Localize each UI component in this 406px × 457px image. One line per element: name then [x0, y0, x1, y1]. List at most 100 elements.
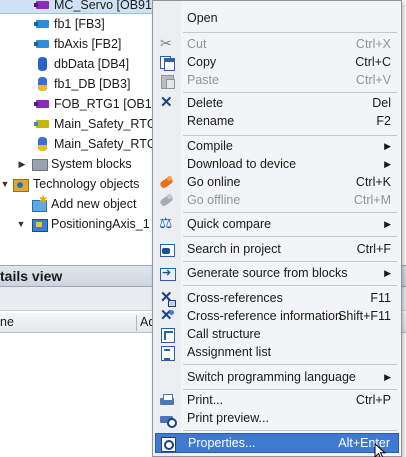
- generate-source-icon: [159, 264, 176, 283]
- menu-item-label: Call structure: [187, 327, 261, 341]
- technology-objects-icon: [12, 177, 29, 192]
- mouse-pointer-icon: [374, 443, 387, 457]
- tree-item-fob-rtg1[interactable]: FOB_RTG1 [OB123]: [0, 94, 169, 114]
- tree-item-label: dbData [DB4]: [54, 57, 130, 71]
- menu-separator: [183, 285, 397, 286]
- go-online-icon: [159, 175, 175, 190]
- menu-item-label: Go online: [187, 175, 241, 189]
- menu-item-generate-source[interactable]: Generate source from blocks ▶: [155, 264, 399, 283]
- db-block-icon: [34, 57, 50, 71]
- menu-item-label: Go offline: [187, 193, 241, 207]
- menu-item-shortcut: Ctrl+P: [355, 393, 391, 407]
- tree-item-add-new-object[interactable]: Add new object: [0, 191, 152, 214]
- tree-item-technology-objects[interactable]: ▼ Technology objects: [0, 174, 152, 194]
- menu-item-paste[interactable]: Paste Ctrl+V: [155, 71, 399, 90]
- tree-item-dbdata[interactable]: dbData [DB4]: [0, 54, 152, 74]
- menu-item-label: Cut: [187, 37, 207, 51]
- copy-icon: [159, 55, 175, 71]
- add-new-object-icon: [31, 191, 47, 212]
- menu-item-label: Generate source from blocks: [187, 266, 348, 280]
- menu-separator: [183, 212, 397, 213]
- tree-item-fbaxis[interactable]: fbAxis [FB2]: [0, 34, 152, 54]
- menu-item-print-preview[interactable]: Print preview...: [155, 409, 399, 428]
- menu-item-download-to-device[interactable]: Download to device ▶: [155, 155, 399, 174]
- menu-item-search-in-project[interactable]: Search in project Ctrl+F: [155, 240, 399, 259]
- print-icon: [159, 393, 175, 408]
- fb-block-icon: [34, 17, 50, 31]
- menu-item-label: Compile: [187, 139, 233, 153]
- search-in-project-icon: [159, 242, 175, 257]
- column-divider[interactable]: [136, 315, 137, 331]
- cross-references-icon: [159, 288, 176, 307]
- tree-item-fb1[interactable]: fb1 [FB3]: [0, 14, 152, 34]
- menu-separator: [183, 364, 397, 365]
- go-offline-icon: [159, 193, 175, 208]
- expand-arrow-icon[interactable]: ▶: [17, 154, 27, 174]
- menu-item-rename[interactable]: Rename F2: [155, 112, 399, 131]
- menu-item-cross-reference-information[interactable]: Cross-reference information Shift+F11: [155, 306, 399, 326]
- tree-item-fb1-db[interactable]: fb1_DB [DB3]: [0, 74, 152, 94]
- menu-separator: [183, 430, 397, 431]
- menu-item-label: Print...: [187, 393, 224, 407]
- menu-item-shortcut: Shift+F11: [338, 309, 391, 323]
- menu-item-quick-compare[interactable]: Quick compare ▶: [155, 214, 399, 234]
- positioning-axis-icon: [31, 217, 48, 232]
- menu-item-shortcut: Ctrl+K: [355, 175, 391, 189]
- tree-item-label: PositioningAxis_1 [D: [51, 217, 166, 231]
- menu-item-shortcut: Ctrl+M: [353, 193, 391, 207]
- menu-item-shortcut: Ctrl+C: [355, 55, 391, 69]
- submenu-arrow-icon: ▶: [384, 141, 391, 151]
- collapse-arrow-icon[interactable]: ▼: [0, 174, 10, 194]
- menu-item-cut[interactable]: Cut Ctrl+X: [155, 34, 399, 54]
- menu-separator: [183, 92, 397, 93]
- paste-icon: [159, 73, 175, 89]
- tree-item-main-safety-rtg1[interactable]: Main_Safety_RTG1 [F: [0, 114, 178, 134]
- column-header-name[interactable]: ne: [0, 313, 14, 332]
- menu-item-print[interactable]: Print... Ctrl+P: [155, 391, 399, 410]
- menu-item-delete[interactable]: Delete Del: [155, 93, 399, 113]
- menu-item-label: Properties...: [188, 436, 256, 450]
- menu-item-go-online[interactable]: Go online Ctrl+K: [155, 173, 399, 192]
- ob-block-icon: [34, 0, 50, 12]
- tree-item-main-safety-rtg1-db[interactable]: Main_Safety_RTG1_D: [0, 134, 180, 154]
- menu-item-compile[interactable]: Compile ▶: [155, 137, 399, 156]
- submenu-arrow-icon: ▶: [384, 219, 391, 229]
- menu-separator: [183, 135, 397, 136]
- menu-item-label: Copy: [187, 55, 217, 69]
- ob-block-icon: [34, 97, 50, 111]
- safety-db-icon: [34, 137, 50, 151]
- menu-item-label: Switch programming language: [187, 370, 356, 384]
- tree-item-label: MC_Servo [OB91]: [54, 0, 156, 12]
- submenu-arrow-icon: ▶: [384, 159, 391, 169]
- menu-item-assignment-list[interactable]: Assignment list: [155, 343, 399, 362]
- tree-item-positioning-axis[interactable]: ▼ PositioningAxis_1 [D: [0, 214, 166, 234]
- tree-item-label: fb1 [FB3]: [54, 17, 105, 31]
- menu-item-copy[interactable]: Copy Ctrl+C: [155, 53, 399, 72]
- cross-reference-info-icon: [159, 306, 175, 325]
- tree-item-label: fb1_DB [DB3]: [54, 77, 131, 91]
- menu-item-shortcut: Del: [372, 96, 391, 110]
- delete-icon: [159, 93, 175, 112]
- tree-item-label: fbAxis [FB2]: [54, 37, 122, 51]
- properties-icon: [160, 436, 176, 452]
- menu-item-switch-programming-language[interactable]: Switch programming language ▶: [155, 368, 399, 387]
- menu-item-label: Print preview...: [187, 411, 269, 425]
- context-menu: Open Cut Ctrl+X Copy Ctrl+C Paste Ctrl+V…: [152, 0, 402, 457]
- collapse-arrow-icon[interactable]: ▼: [16, 214, 26, 234]
- tree-item-label: Technology objects: [33, 177, 140, 191]
- tree-item-label: System blocks: [51, 157, 132, 171]
- submenu-arrow-icon: ▶: [384, 268, 391, 278]
- menu-item-label: Search in project: [187, 242, 281, 256]
- menu-separator: [183, 261, 397, 262]
- menu-item-shortcut: F11: [370, 291, 391, 305]
- menu-item-go-offline[interactable]: Go offline Ctrl+M: [155, 191, 399, 210]
- menu-item-shortcut: Ctrl+V: [355, 73, 391, 87]
- menu-item-label: Rename: [187, 114, 235, 128]
- menu-separator: [183, 389, 397, 390]
- print-preview-icon: [159, 411, 177, 428]
- tree-item-system-blocks[interactable]: ▶ System blocks: [0, 154, 152, 174]
- menu-item-call-structure[interactable]: Call structure: [155, 325, 399, 344]
- menu-item-properties[interactable]: Properties... Alt+Enter: [155, 433, 399, 453]
- menu-item-open[interactable]: Open: [155, 9, 399, 28]
- menu-item-cross-references[interactable]: Cross-references F11: [155, 288, 399, 308]
